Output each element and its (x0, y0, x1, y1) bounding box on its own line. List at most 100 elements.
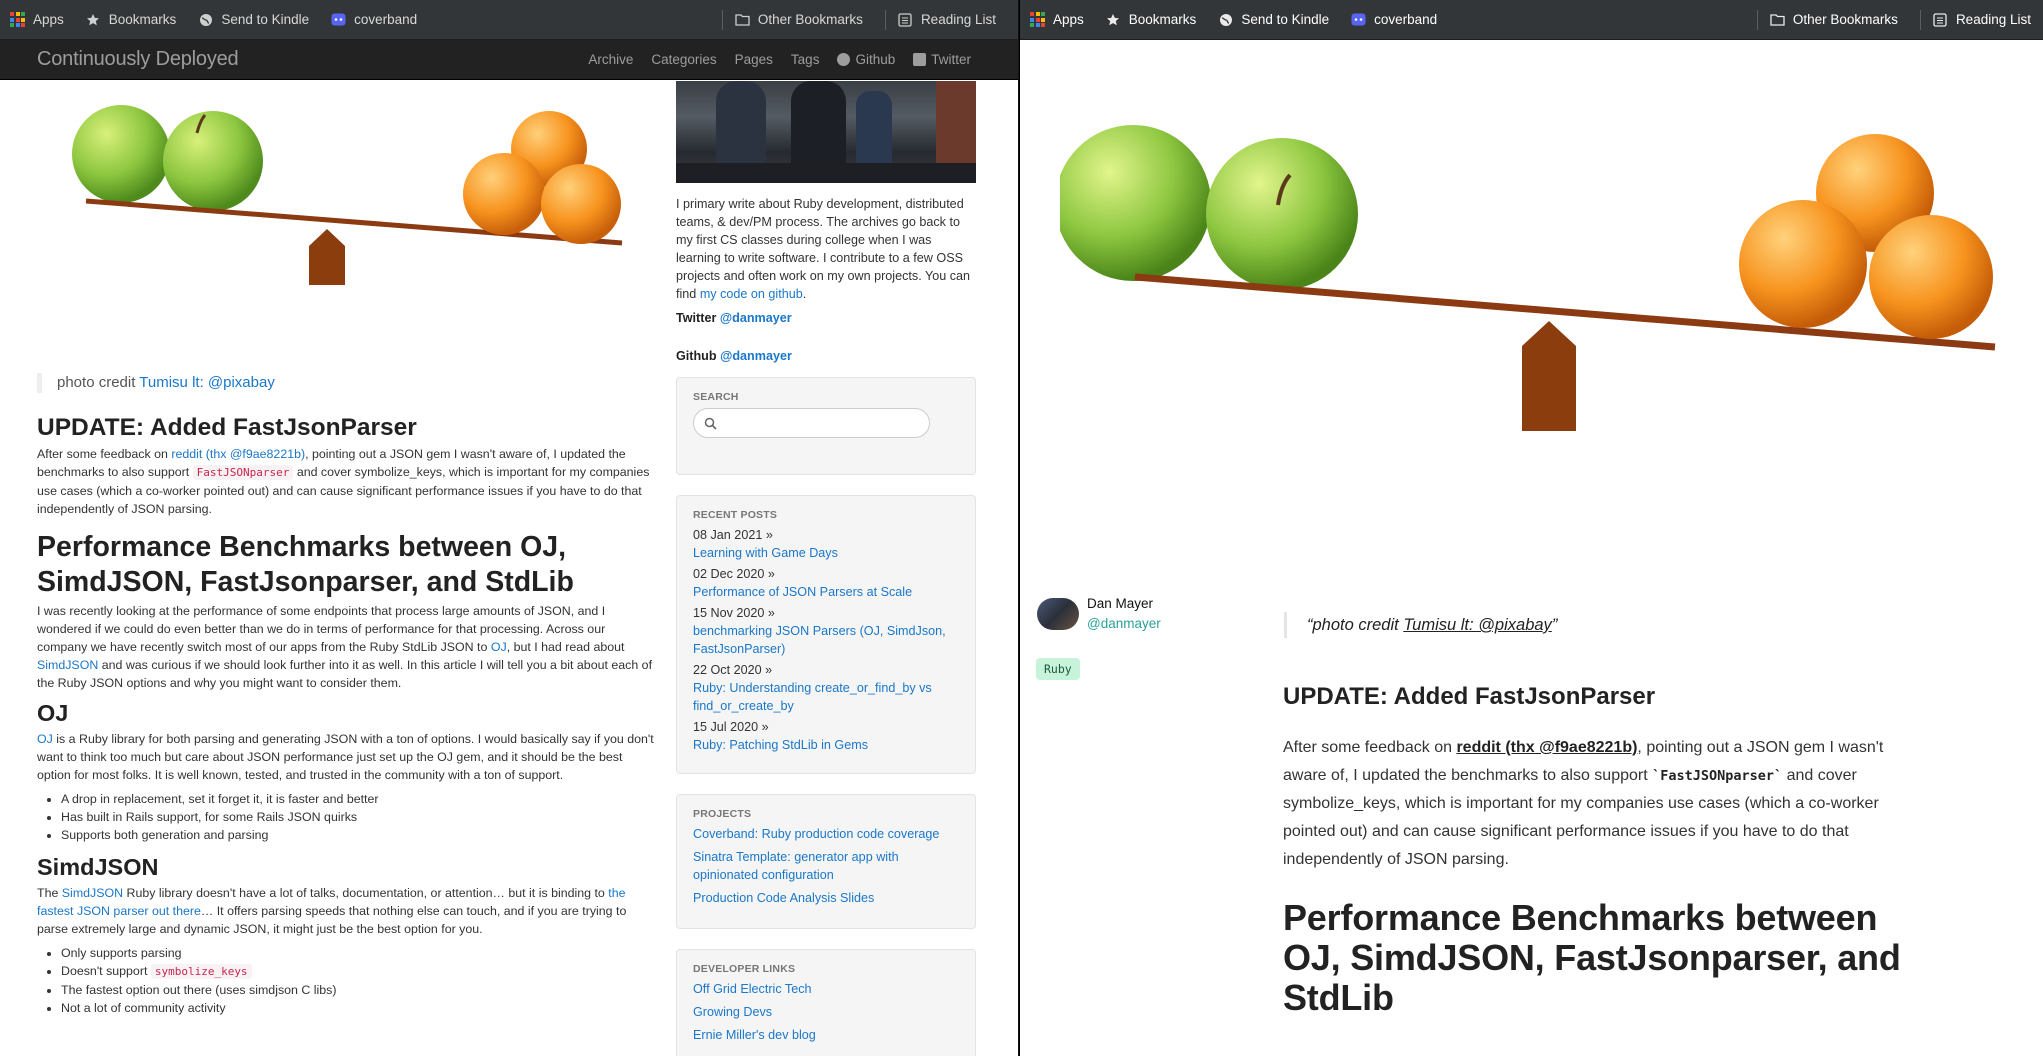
projects-panel: PROJECTS Coverband: Ruby production code… (676, 794, 976, 929)
list-item: A drop in replacement, set it forget it,… (61, 790, 657, 808)
project-link[interactable]: Sinatra Template: generator app with opi… (693, 848, 959, 884)
search-input[interactable] (693, 408, 930, 438)
globe-icon (1218, 12, 1233, 27)
apps-grid-icon (1030, 12, 1045, 27)
left-browser-window: Apps Bookmarks Send to Kindle coverband … (0, 0, 1018, 1056)
intro-text-3: and was curious if we should look furthe… (37, 658, 653, 690)
main-heading: Performance Benchmarks between OJ, SimdJ… (1283, 897, 1901, 1018)
bookmark-send-to-kindle[interactable]: Send to Kindle (1218, 12, 1329, 27)
quote-open: “photo credit (1307, 616, 1404, 634)
bookmark-bookmarks-label: Bookmarks (108, 12, 177, 27)
github-code-link[interactable]: my code on github (700, 287, 803, 301)
quote-close: ” (1551, 616, 1558, 634)
nav-twitter-label: Twitter (931, 52, 971, 67)
folder-icon (1770, 12, 1785, 27)
intro-text-2: , but I had read about (506, 640, 625, 654)
fastjsonparser-code: `FastJSONparser` (1652, 768, 1783, 784)
oj-link[interactable]: OJ (491, 640, 507, 654)
intro-paragraph: I was recently looking at the performanc… (37, 602, 657, 692)
nav-twitter[interactable]: Twitter (913, 52, 971, 67)
recent-post-date: 02 Dec 2020 » (693, 567, 775, 581)
bookmark-coverband[interactable]: coverband (1351, 12, 1437, 27)
update-text-1: After some feedback on (1283, 739, 1457, 756)
twitter-handle-link[interactable]: @danmayer (720, 311, 792, 325)
bookmark-coverband[interactable]: coverband (331, 12, 417, 27)
photo-credit-link[interactable]: Tumisu lt: @pixabay (1403, 616, 1552, 634)
nav-categories[interactable]: Categories (651, 52, 716, 67)
recent-post-link[interactable]: benchmarking JSON Parsers (OJ, SimdJson,… (693, 622, 959, 658)
oj-paragraph: OJ is a Ruby library for both parsing an… (37, 730, 657, 784)
twitter-icon (913, 53, 927, 66)
developer-link[interactable]: Ernie Miller's dev blog (693, 1026, 959, 1044)
globe-icon (198, 12, 213, 27)
bookmark-other-bookmarks[interactable]: Other Bookmarks (735, 12, 863, 27)
project-link[interactable]: Coverband: Ruby production code coverage (693, 825, 959, 843)
list-item: Not a lot of community activity (61, 999, 657, 1017)
folder-icon (735, 12, 750, 27)
author-handle[interactable]: @danmayer (1087, 614, 1161, 634)
simdjson-paragraph: The SimdJSON Ruby library doesn't have a… (37, 884, 657, 938)
recent-post-date: 08 Jan 2021 » (693, 528, 773, 542)
nav-pages[interactable]: Pages (735, 52, 773, 67)
twitter-label: Twitter (676, 311, 720, 325)
list-item: The fastest option out there (uses simdj… (61, 981, 657, 999)
list-item: Has built in Rails support, for some Rai… (61, 808, 657, 826)
oj-heading: OJ (37, 700, 69, 726)
bookmark-send-to-kindle-label: Send to Kindle (221, 12, 310, 27)
photo-credit-link[interactable]: Tumisu lt: @pixabay (139, 374, 275, 391)
simdjson-link[interactable]: SimdJSON (37, 658, 98, 672)
right-browser-window: Apps Bookmarks Send to Kindle coverband … (1019, 0, 2043, 1056)
update-text-1: After some feedback on (37, 447, 172, 461)
github-label: Github (676, 349, 721, 363)
discord-icon (1351, 12, 1366, 27)
simdjson-paragraph-link[interactable]: SimdJSON (62, 886, 123, 900)
search-panel: SEARCH (676, 377, 976, 475)
bookmarks-bar: Apps Bookmarks Send to Kindle coverband … (1020, 0, 2043, 40)
bookmark-other-bookmarks[interactable]: Other Bookmarks (1770, 12, 1898, 27)
reddit-link[interactable]: reddit (thx @f9ae8221b) (1456, 739, 1637, 756)
site-navbar: Continuously Deployed Archive Categories… (0, 40, 1018, 80)
recent-post-link[interactable]: Ruby: Understanding create_or_find_by vs… (693, 679, 959, 715)
bookmark-reading-list-label: Reading List (920, 12, 996, 27)
project-link[interactable]: Production Code Analysis Slides (693, 889, 959, 907)
projects-title: PROJECTS (693, 808, 752, 820)
update-paragraph: After some feedback on reddit (thx @f9ae… (37, 445, 657, 518)
oj-paragraph-link[interactable]: OJ (37, 732, 53, 746)
avatar[interactable] (1037, 598, 1079, 630)
developer-link[interactable]: Off Grid Electric Tech (693, 980, 959, 998)
list-item: Only supports parsing (61, 944, 657, 962)
recent-post-link[interactable]: Performance of JSON Parsers at Scale (693, 583, 959, 601)
recent-post-link[interactable]: Learning with Game Days (693, 544, 959, 562)
bookmark-apps[interactable]: Apps (1030, 12, 1084, 27)
fastjsonparser-code: FastJSONparser (192, 465, 294, 480)
bookmark-apps[interactable]: Apps (10, 12, 64, 27)
github-handle-link[interactable]: @danmayer (720, 349, 792, 363)
bookmark-send-to-kindle[interactable]: Send to Kindle (198, 12, 309, 27)
apps-grid-icon (10, 12, 25, 27)
update-heading: UPDATE: Added FastJsonParser (1283, 683, 1656, 710)
bookmarks-bar: Apps Bookmarks Send to Kindle coverband … (0, 0, 1018, 40)
bookmark-bookmarks[interactable]: Bookmarks (86, 12, 177, 27)
site-brand[interactable]: Continuously Deployed (37, 48, 239, 71)
nav-github[interactable]: Github (837, 52, 895, 67)
developer-link[interactable]: Growing Devs (693, 1003, 959, 1021)
reddit-link[interactable]: reddit (thx @f9ae8221b) (171, 447, 305, 461)
search-icon (704, 417, 717, 430)
bookmark-coverband-label: coverband (354, 12, 418, 27)
bookmark-reading-list[interactable]: Reading List (898, 12, 996, 27)
recent-post-link[interactable]: Ruby: Patching StdLib in Gems (693, 736, 959, 754)
nav-archive[interactable]: Archive (588, 52, 633, 67)
github-line: Github @danmayer (676, 347, 976, 365)
author-name: Dan Mayer (1087, 596, 1154, 611)
tag-ruby[interactable]: Ruby (1036, 658, 1080, 680)
recent-post-date: 15 Jul 2020 » (693, 720, 769, 734)
recent-post: 02 Dec 2020 » Performance of JSON Parser… (693, 565, 959, 601)
bookmark-reading-list[interactable]: Reading List (1933, 12, 2031, 27)
main-heading: Performance Benchmarks between OJ, SimdJ… (37, 531, 574, 598)
simd-text-2: Ruby library doesn't have a lot of talks… (123, 886, 609, 900)
nav-tags[interactable]: Tags (791, 52, 820, 67)
twitter-line: Twitter @danmayer (676, 309, 976, 327)
oj-text: is a Ruby library for both parsing and g… (37, 732, 654, 782)
bookmark-bookmarks[interactable]: Bookmarks (1106, 12, 1196, 27)
about-text: I primary write about Ruby development, … (676, 195, 976, 303)
